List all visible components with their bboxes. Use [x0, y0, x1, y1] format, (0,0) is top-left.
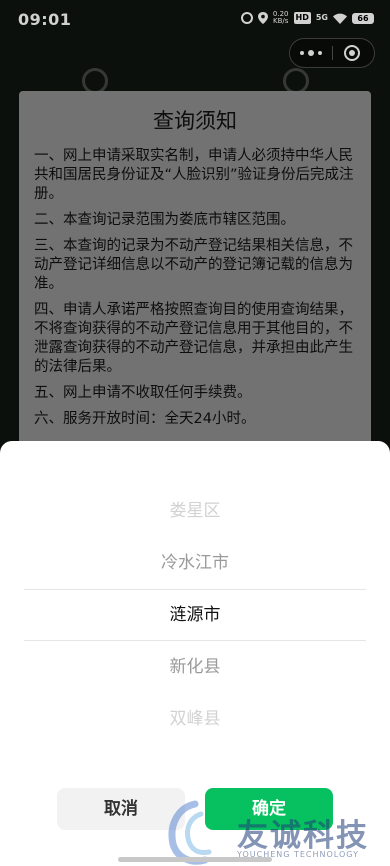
picker-option[interactable]: 新化县 — [0, 641, 390, 693]
home-indicator[interactable] — [118, 857, 272, 862]
screen: 09:01 0.20 KB/s HD 5G 66 查询须知 一、网上申请采取实名… — [0, 0, 390, 866]
picker-option[interactable]: 冷水江市 — [0, 537, 390, 589]
picker-option-selected[interactable]: 涟源市 — [0, 589, 390, 641]
picker-option[interactable]: 双峰县 — [0, 693, 390, 745]
watermark-name: 友诚科技 — [237, 818, 369, 854]
picker-option[interactable]: 娄星区 — [0, 485, 390, 537]
region-picker-wheel[interactable]: 娄星区 冷水江市 涟源市 新化县 双峰县 — [0, 485, 390, 745]
